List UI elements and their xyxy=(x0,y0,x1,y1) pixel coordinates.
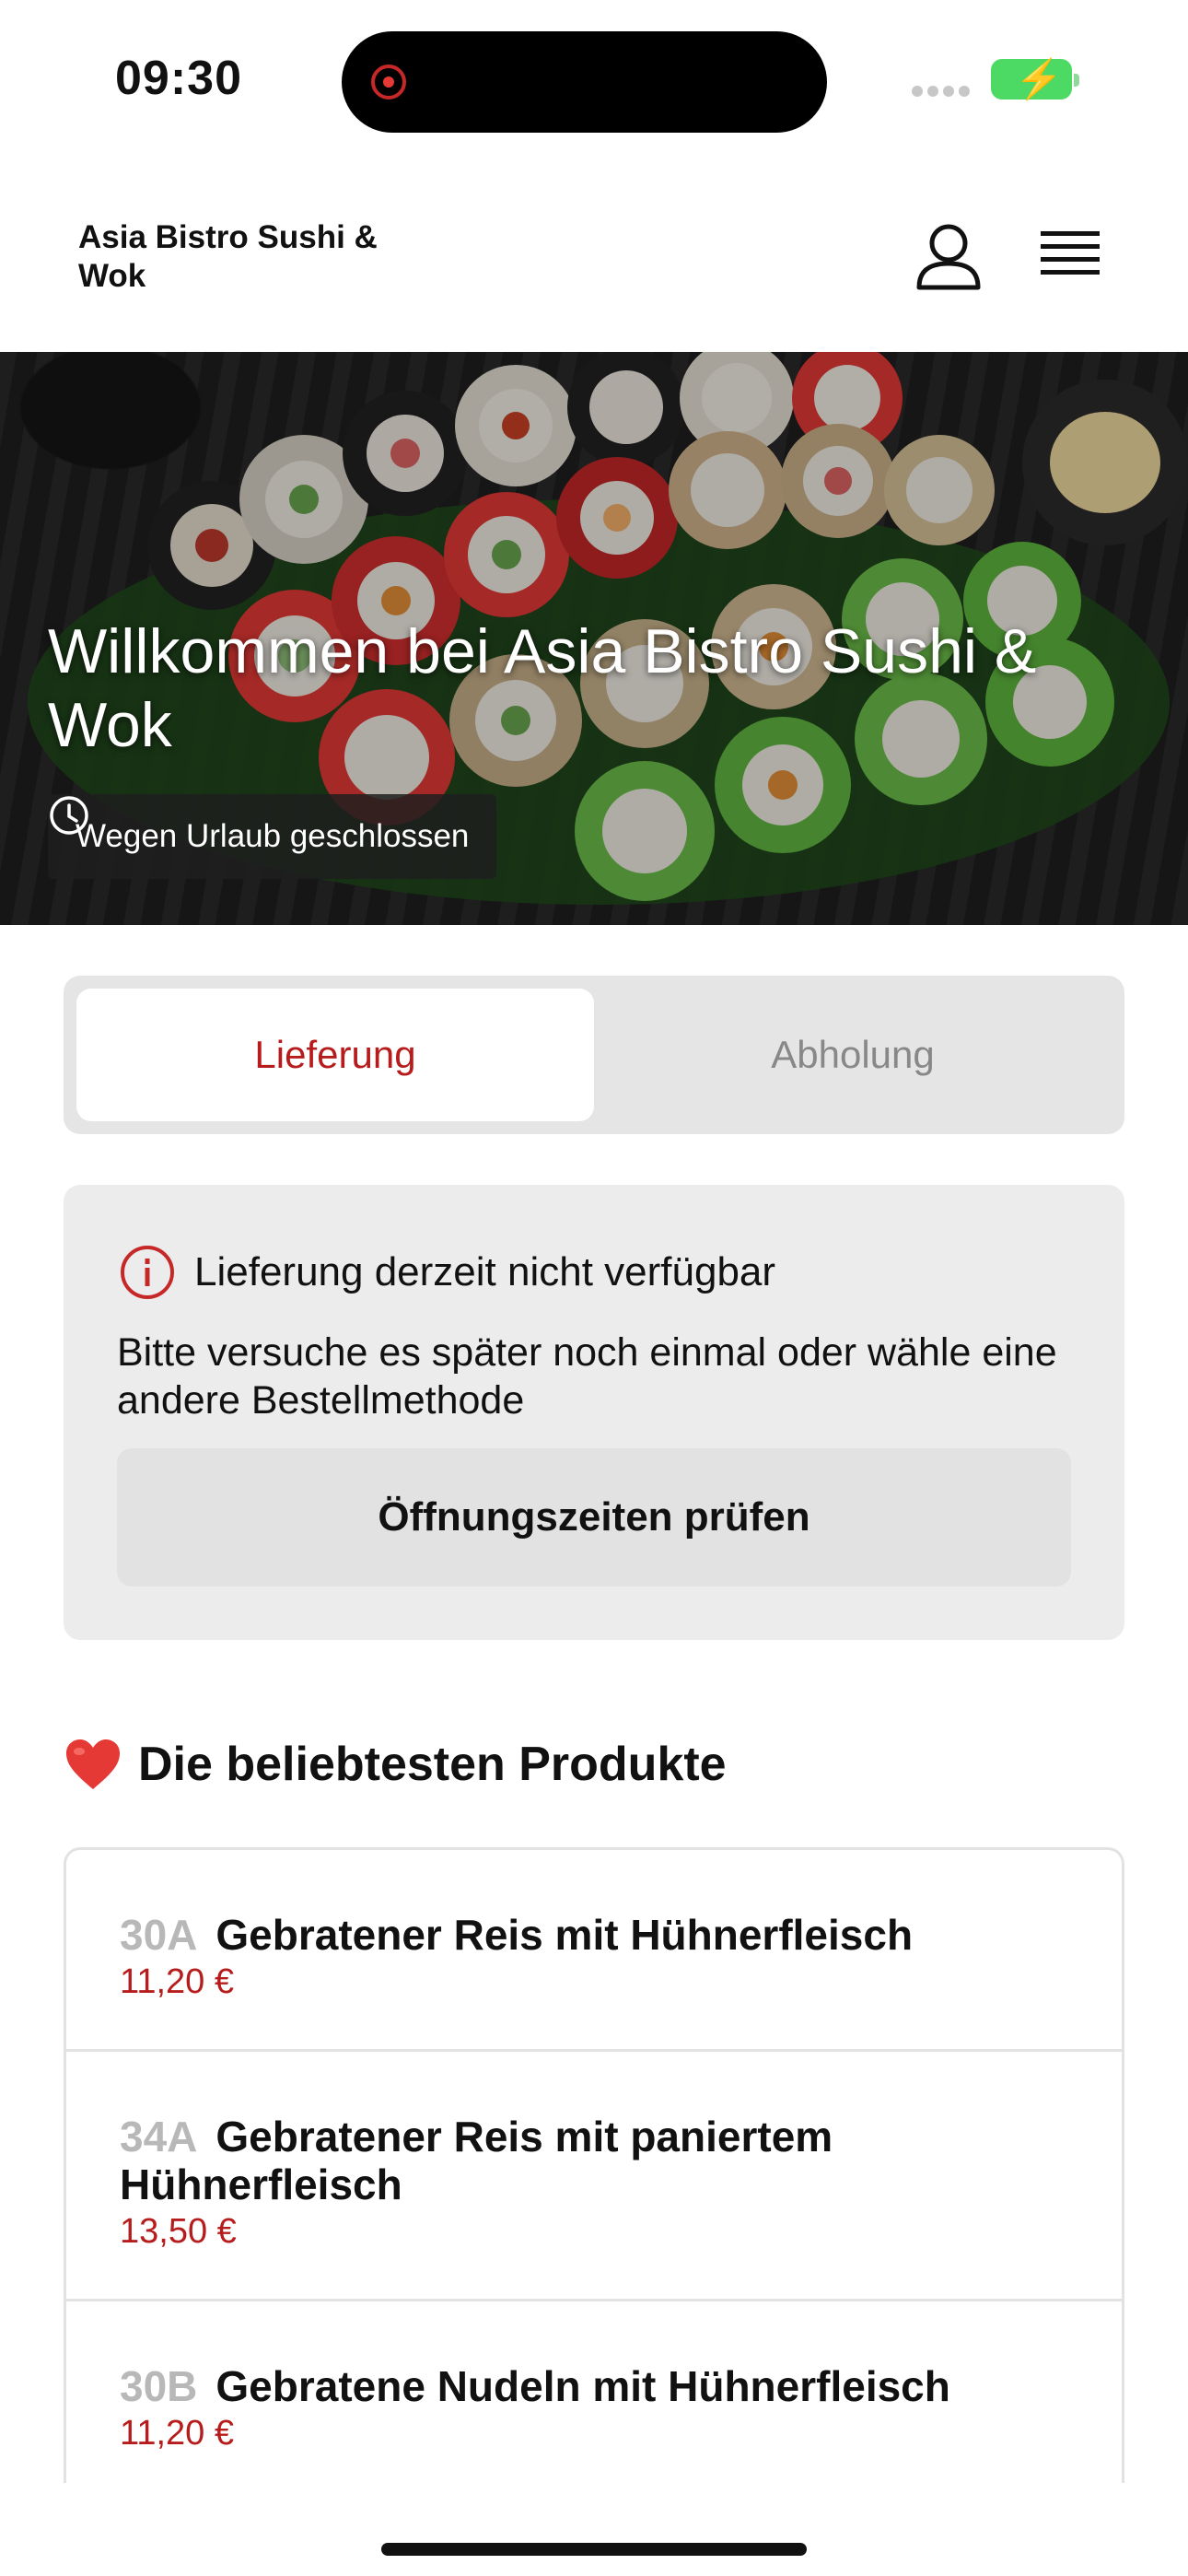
hero-title: Willkommen bei Asia Bistro Sushi & Wok xyxy=(48,616,1037,760)
opening-status-text: Wegen Urlaub geschlossen xyxy=(76,818,470,854)
info-icon xyxy=(121,1246,174,1299)
heart-icon xyxy=(66,1739,120,1789)
signal-icon xyxy=(912,85,974,101)
status-bar: 09:30 ⚡ xyxy=(0,0,1188,161)
notice-header: Lieferung derzeit nicht verfügbar xyxy=(119,1244,775,1301)
user-account-button[interactable] xyxy=(912,221,985,295)
opening-status-badge: Wegen Urlaub geschlossen xyxy=(48,794,497,879)
hero-banner: Willkommen bei Asia Bistro Sushi & Wok W… xyxy=(0,352,1188,925)
restaurant-name[interactable]: Asia Bistro Sushi & Wok xyxy=(78,218,428,296)
product-price: 13,50 € xyxy=(120,2212,237,2251)
popular-products-heading: Die beliebtesten Produkte xyxy=(64,1737,727,1792)
product-name: Gebratene Nudeln mit Hühnerfleisch xyxy=(215,2362,950,2410)
order-type-toggle: Lieferung Abholung xyxy=(64,976,1124,1134)
popular-products-list: 30A Gebratener Reis mit Hühnerfleisch 11,… xyxy=(64,1847,1124,2483)
product-item[interactable]: 34A Gebratener Reis mit paniertem Hühnerf… xyxy=(66,2052,1122,2301)
app-header: Asia Bistro Sushi & Wok xyxy=(0,161,1188,352)
product-name: Gebratener Reis mit Hühnerfleisch xyxy=(215,1911,914,1959)
dynamic-island xyxy=(342,31,827,133)
hamburger-menu-icon xyxy=(1041,231,1100,275)
recording-indicator-icon xyxy=(371,64,406,100)
user-icon xyxy=(916,224,981,290)
check-opening-hours-button[interactable]: Öffnungszeiten prüfen xyxy=(117,1448,1071,1587)
tab-delivery[interactable]: Lieferung xyxy=(76,989,594,1121)
notice-title: Lieferung derzeit nicht verfügbar xyxy=(194,1249,776,1294)
popular-products-title: Die beliebtesten Produkte xyxy=(138,1738,727,1791)
tab-pickup[interactable]: Abholung xyxy=(594,989,1112,1121)
notice-text: Bitte versuche es später noch einmal ode… xyxy=(117,1330,1057,1423)
product-number: 30B xyxy=(120,2362,198,2410)
menu-button[interactable] xyxy=(1039,226,1112,290)
product-price: 11,20 € xyxy=(120,1962,234,2001)
home-indicator[interactable] xyxy=(381,2543,807,2556)
product-item[interactable]: 30B Gebratene Nudeln mit Hühnerfleisch 11… xyxy=(66,2301,1122,2483)
delivery-unavailable-notice: Lieferung derzeit nicht verfügbar Bitte … xyxy=(64,1185,1124,1640)
product-price: 11,20 € xyxy=(120,2414,234,2453)
product-number: 34A xyxy=(120,2113,198,2160)
battery-charging-icon: ⚡ xyxy=(991,59,1079,100)
product-name: Gebratener Reis mit paniertem Hühnerflei… xyxy=(120,2113,833,2208)
product-number: 30A xyxy=(120,1911,198,1959)
product-item[interactable]: 30A Gebratener Reis mit Hühnerfleisch 11,… xyxy=(66,1850,1122,2052)
clock-icon xyxy=(50,796,88,835)
status-time: 09:30 xyxy=(115,52,242,105)
